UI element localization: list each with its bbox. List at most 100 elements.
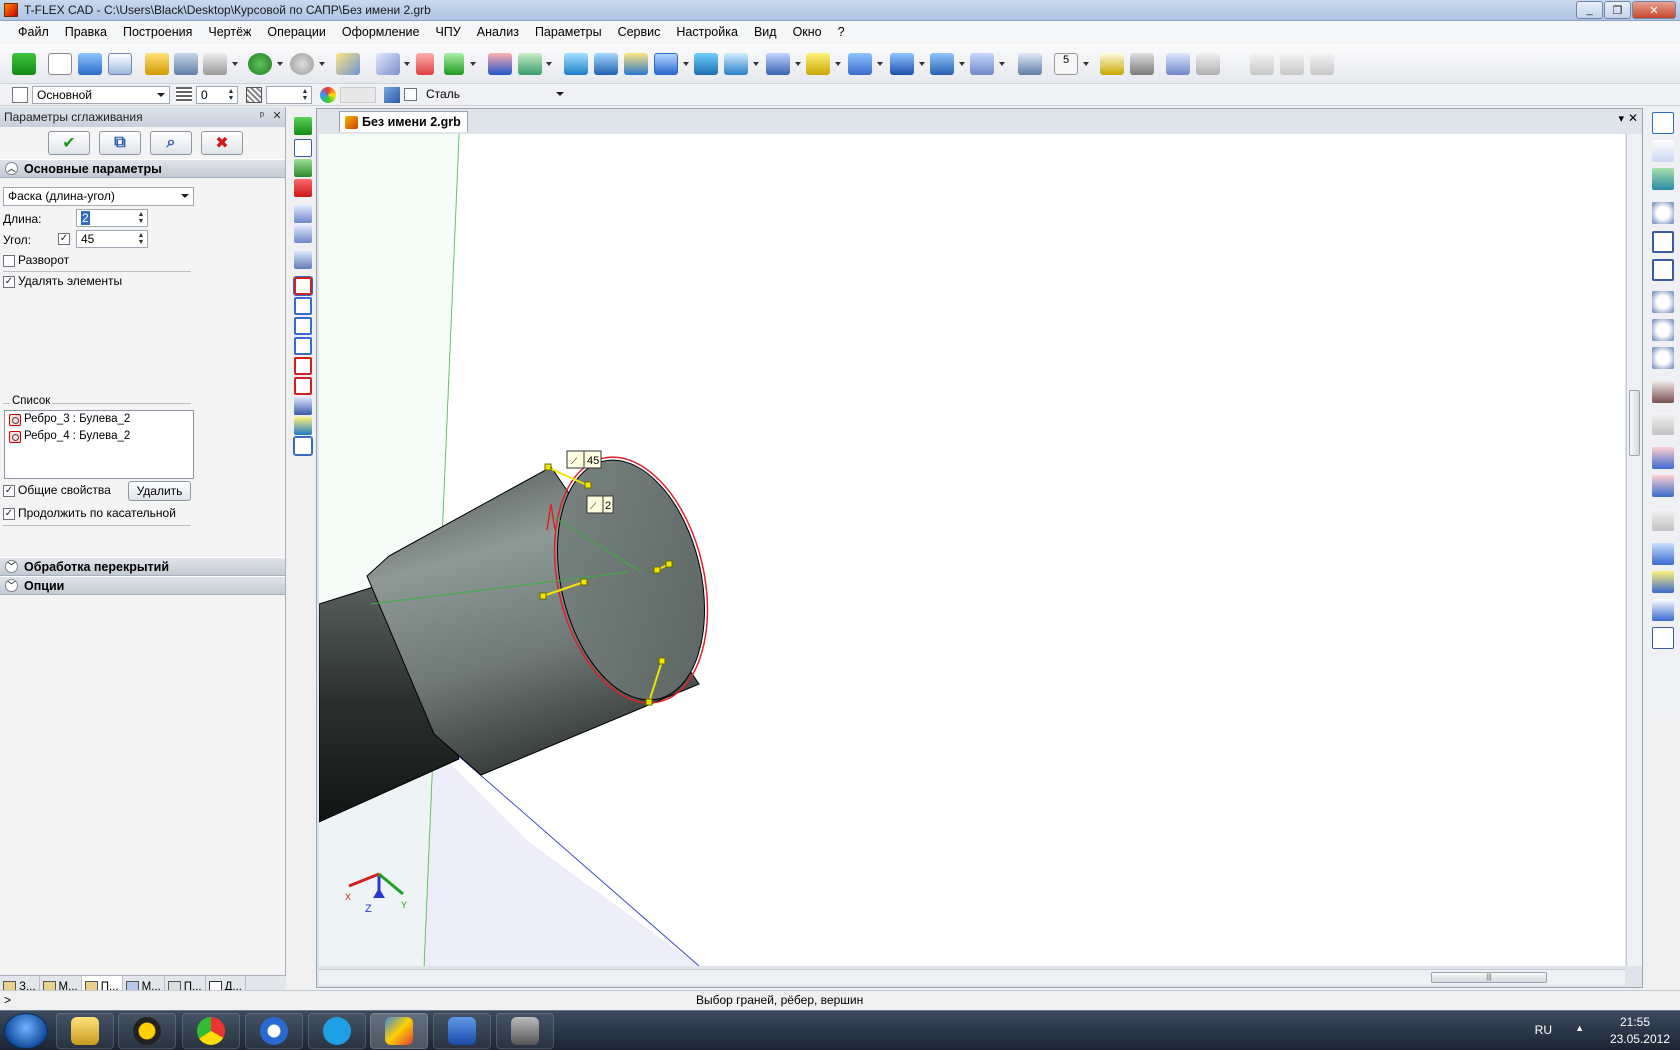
section-overlap-handling[interactable]: ﹀ Обработка перекрытий	[0, 557, 285, 576]
tray-expand-icon[interactable]: ▲	[1575, 1023, 1584, 1033]
check-body-icon[interactable]	[1652, 447, 1674, 469]
select-vertex-icon[interactable]	[294, 357, 312, 375]
scroll-thumb[interactable]	[1629, 390, 1640, 456]
cancel-button[interactable]: ✖	[201, 131, 243, 155]
zoom-to-button[interactable]: ⌕	[150, 131, 192, 155]
angle-input[interactable]: 45 ▲ ▼	[76, 230, 148, 248]
boolean-icon[interactable]	[654, 53, 678, 75]
render-icon[interactable]	[1652, 599, 1674, 621]
spring-icon[interactable]	[930, 53, 954, 75]
check-bodies-icon[interactable]	[1652, 475, 1674, 497]
snap-magnet-icon[interactable]	[1652, 112, 1674, 134]
continue-tangent-option[interactable]: ✓ Продолжить по касательной	[3, 506, 176, 520]
menu-help[interactable]: ?	[830, 21, 853, 43]
tabs-menu-icon[interactable]: ▾	[1618, 112, 1624, 125]
taskbar-kompas[interactable]	[245, 1013, 303, 1049]
confirm-icon[interactable]	[294, 117, 312, 135]
priority-spinner[interactable]: ▲ ▼	[266, 86, 312, 104]
flip-checkbox[interactable]	[3, 254, 15, 267]
chamfer-type-select[interactable]: Фаска (длина-угол)	[3, 187, 194, 206]
body-icon[interactable]	[848, 53, 872, 75]
body-dropdown-icon[interactable]	[877, 62, 883, 66]
select-body-icon[interactable]	[294, 377, 312, 395]
edge-list[interactable]: Ребро_3 : Булева_2 Ребро_4 : Булева_2	[4, 410, 194, 479]
3d-node-dropdown-icon[interactable]	[404, 62, 410, 66]
3d-scene[interactable]: ⟋ 45 ⟋ 2 Z X Y	[319, 134, 1625, 966]
menu-window[interactable]: Окно	[785, 21, 830, 43]
close-icon[interactable]: ✕	[271, 110, 283, 123]
zoom-in-icon[interactable]	[1652, 291, 1674, 313]
shaded-cube-icon[interactable]	[1652, 571, 1674, 593]
taskbar-tflex[interactable]	[370, 1013, 428, 1049]
copy-view-icon[interactable]	[1652, 413, 1674, 435]
tangent-chain-icon[interactable]	[293, 436, 313, 456]
axes-icon[interactable]	[488, 53, 512, 75]
start-button[interactable]	[4, 1013, 48, 1049]
select-face-icon[interactable]	[294, 297, 312, 315]
sheet-metal-dropdown-icon[interactable]	[835, 62, 841, 66]
array-icon[interactable]	[766, 53, 790, 75]
delete-button[interactable]: Удалить	[128, 481, 191, 501]
confirm-icon[interactable]	[12, 53, 36, 75]
length-input[interactable]: 2 ▲ ▼	[76, 209, 148, 227]
array-dropdown-icon[interactable]	[795, 62, 801, 66]
menu-file[interactable]: Файл	[10, 21, 57, 43]
menu-analysis[interactable]: Анализ	[469, 21, 527, 43]
magnet-icon[interactable]	[1652, 168, 1674, 190]
menu-view[interactable]: Вид	[746, 21, 785, 43]
horizontal-scrollbar[interactable]: |||	[319, 969, 1625, 985]
dimension-icon[interactable]: 5	[1054, 53, 1078, 75]
minimize-button[interactable]: _	[1576, 1, 1603, 19]
workplane-icon[interactable]	[336, 53, 360, 75]
length-tag[interactable]: ⟋ 2	[586, 495, 614, 514]
spring-dropdown-icon[interactable]	[959, 62, 965, 66]
menu-cnc[interactable]: ЧПУ	[427, 21, 468, 43]
pin-magnet-icon[interactable]	[1652, 140, 1674, 162]
attach-icon[interactable]	[1166, 53, 1190, 75]
section-options[interactable]: ﹀ Опции	[0, 576, 285, 595]
3d-node-icon[interactable]	[376, 53, 400, 75]
erase-icon[interactable]	[294, 397, 312, 415]
save-icon[interactable]	[174, 53, 198, 75]
smooth-icon[interactable]	[694, 53, 718, 75]
continue-tangent-checkbox[interactable]: ✓	[3, 507, 15, 520]
cancel-icon[interactable]	[294, 179, 312, 197]
zoom-previous-icon[interactable]	[1652, 347, 1674, 369]
view-icon[interactable]	[1018, 53, 1042, 75]
taskbar-app[interactable]	[496, 1013, 554, 1049]
angle-tag[interactable]: ⟋ 45	[566, 450, 602, 469]
sheet-metal-icon[interactable]	[806, 53, 830, 75]
vertical-scrollbar[interactable]	[1626, 134, 1642, 966]
3d-path-dropdown-icon[interactable]	[470, 62, 476, 66]
menu-operations[interactable]: Операции	[259, 21, 333, 43]
shell-icon[interactable]	[724, 53, 748, 75]
rotate-icon[interactable]	[594, 53, 618, 75]
3d-viewport[interactable]: ⟋ 45 ⟋ 2 Z X Y	[319, 134, 1625, 966]
3d-path-icon[interactable]	[444, 53, 464, 75]
layer-combo[interactable]: Основной	[32, 86, 170, 104]
material-combo[interactable]: Сталь	[422, 86, 568, 104]
select-edge-icon[interactable]	[293, 276, 313, 296]
new-3d-model-icon[interactable]	[78, 53, 102, 75]
taskbar-archicad[interactable]	[118, 1013, 176, 1049]
lcs-icon[interactable]	[416, 53, 434, 75]
handle[interactable]	[665, 560, 673, 568]
section-main-parameters[interactable]: ︿ Основные параметры	[0, 159, 285, 178]
language-indicator[interactable]: RU	[1535, 1023, 1552, 1037]
taskbar-word[interactable]	[433, 1013, 491, 1049]
menu-construct[interactable]: Построения	[115, 21, 200, 43]
boolean-dropdown-icon[interactable]	[683, 62, 689, 66]
common-properties-checkbox[interactable]: ✓	[3, 484, 15, 497]
pin-icon[interactable]: ᵖ	[256, 110, 268, 123]
glasses-icon[interactable]	[1652, 381, 1674, 403]
preview-button[interactable]: ⧉	[99, 131, 141, 155]
menu-drawing[interactable]: Чертёж	[200, 21, 259, 43]
delete-elements-checkbox[interactable]: ✓	[3, 275, 15, 288]
tab-document[interactable]: Без имени 2.grb	[339, 111, 468, 132]
lightning-icon[interactable]	[294, 417, 312, 435]
loft-icon[interactable]	[624, 53, 648, 75]
surface-dropdown-icon[interactable]	[919, 62, 925, 66]
cube-view-icon[interactable]	[1652, 543, 1674, 565]
maximize-button[interactable]: ❐	[1604, 1, 1631, 19]
preview-icon[interactable]	[294, 205, 312, 223]
